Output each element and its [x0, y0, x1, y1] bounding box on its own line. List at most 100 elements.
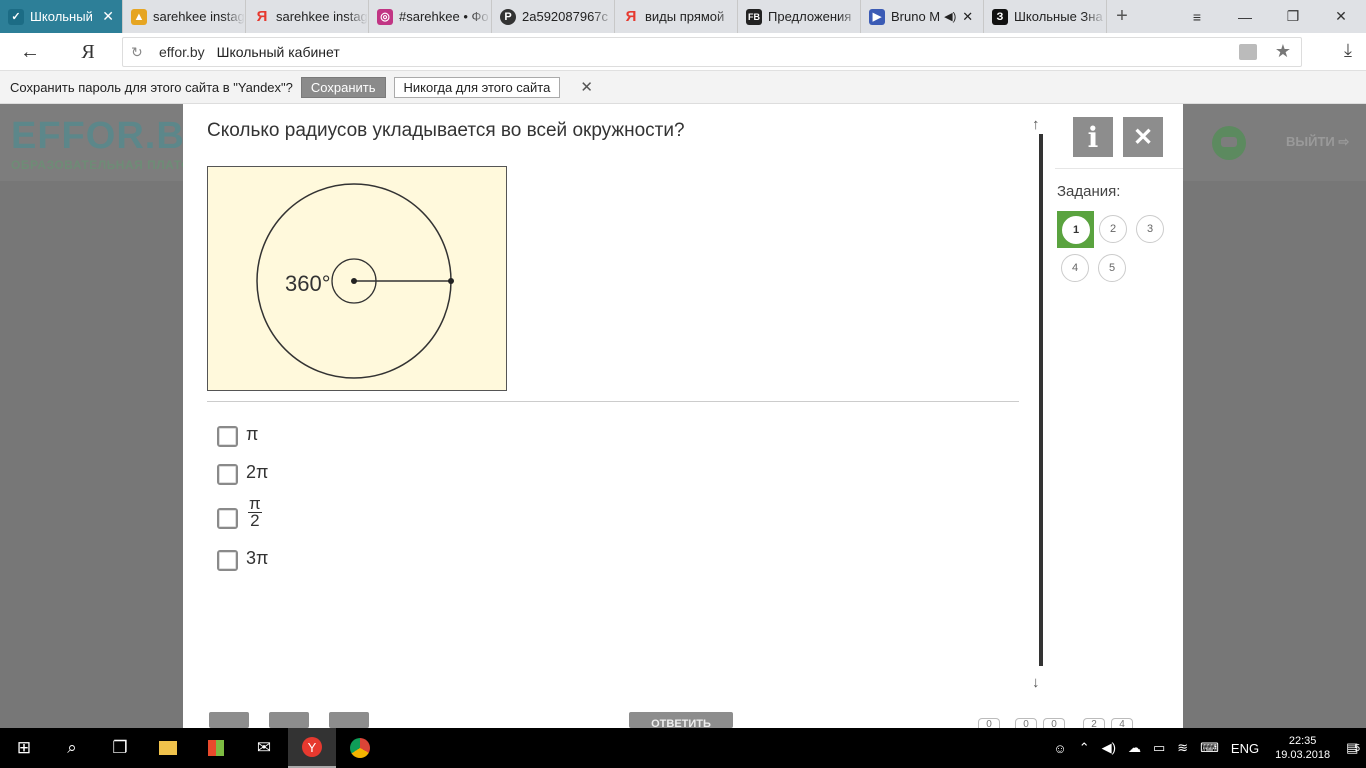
clock-date: 19.03.2018	[1275, 749, 1331, 761]
tab-pinterest[interactable]: P 2a592087967c	[492, 0, 615, 33]
answer-checkbox[interactable]	[217, 550, 238, 571]
task-2[interactable]: 2	[1099, 215, 1127, 243]
tasks-title: Задания:	[1057, 183, 1121, 200]
bookmark-star-icon[interactable]: ★	[1275, 41, 1291, 62]
tab-sarehkee-1[interactable]: ▲ sarehkee instag	[123, 0, 246, 33]
answer-checkbox[interactable]	[217, 464, 238, 485]
yandex-logo-icon[interactable]: Я	[70, 33, 106, 71]
speaker-icon[interactable]: ◀)	[944, 10, 956, 23]
mail-icon[interactable]: ✉	[240, 728, 288, 768]
menu-icon[interactable]: ≡	[1174, 0, 1220, 33]
chrome-icon[interactable]	[336, 728, 384, 768]
sidebar-divider	[1055, 168, 1183, 169]
yandex-icon: Я	[625, 8, 637, 25]
window-close-icon[interactable]: ✕	[1318, 0, 1364, 33]
search-icon[interactable]: ⌕	[48, 728, 96, 768]
download-icon[interactable]: ⤓	[1344, 40, 1352, 61]
keyboard-icon[interactable]: ⌨	[1200, 740, 1219, 756]
tab-shkolny[interactable]: ✓ Школьный ✕	[0, 0, 123, 33]
new-tab-icon[interactable]: +	[1107, 0, 1137, 33]
logout-link[interactable]: ВЫЙТИ ⇨	[1286, 134, 1349, 150]
tab-label: Школьный	[30, 9, 93, 24]
save-password-button[interactable]: Сохранить	[300, 76, 386, 98]
angle-label: 360°	[285, 271, 331, 296]
tab-instagram[interactable]: ◎ #sarehkee • Фо	[369, 0, 492, 33]
scroll-down-icon[interactable]: ↓	[1032, 674, 1040, 691]
windows-start-icon[interactable]: ⊞	[0, 728, 48, 768]
task-view-icon[interactable]: ❐	[96, 728, 144, 768]
divider	[207, 401, 1019, 402]
store-icon[interactable]	[192, 728, 240, 768]
tray-expand-icon[interactable]: ⌃	[1079, 740, 1090, 756]
close-icon: ✕	[1132, 123, 1154, 151]
file-explorer-icon[interactable]	[144, 728, 192, 768]
close-tab-icon[interactable]: ✕	[102, 8, 114, 25]
wifi-icon[interactable]: ≋	[1177, 740, 1188, 756]
reload-icon[interactable]: ↻	[131, 44, 143, 61]
task-3[interactable]: 3	[1136, 215, 1164, 243]
infobar-message: Сохранить пароль для этого сайта в "Yand…	[10, 79, 293, 95]
site-logo-subtitle: ОБРАЗОВАТЕЛЬНАЯ ПЛАТФ	[11, 158, 192, 172]
yandex-browser-icon[interactable]: Y	[288, 728, 336, 768]
tab-vidy-pryamoy[interactable]: Я виды прямой	[615, 0, 738, 33]
tab-predlozheniya[interactable]: FB Предложения	[738, 0, 861, 33]
answer-checkbox[interactable]	[217, 426, 238, 447]
back-arrow-icon[interactable]: ←	[12, 33, 48, 71]
close-infobar-icon[interactable]: ✕	[580, 78, 593, 96]
hint-button[interactable]	[269, 712, 309, 728]
answer-option-1[interactable]: π	[217, 424, 259, 447]
battery-icon[interactable]: ▭	[1153, 740, 1165, 756]
answer-checkbox[interactable]	[217, 508, 238, 529]
close-modal-button[interactable]: ✕	[1123, 117, 1163, 157]
fb-icon: FB	[746, 8, 762, 25]
image-thumb-icon: ▲	[131, 8, 147, 25]
tab-sarehkee-2[interactable]: Я sarehkee instag	[246, 0, 369, 33]
never-save-button[interactable]: Никогда для этого сайта	[393, 76, 561, 98]
answer-option-2[interactable]: 2π	[217, 462, 269, 485]
onedrive-icon[interactable]: ☁	[1128, 740, 1141, 756]
submit-answer-button[interactable]: ОТВЕТИТЬ	[629, 712, 733, 728]
book-button[interactable]	[329, 712, 369, 728]
notification-count: 5	[1354, 742, 1360, 754]
task-4[interactable]: 4	[1061, 254, 1089, 282]
lock-icon[interactable]	[1239, 44, 1257, 60]
clock[interactable]: 22:35 19.03.2018	[1275, 734, 1330, 762]
video-icon: ▶	[869, 8, 885, 25]
url-field[interactable]: ↻ effor.by Школьный кабинет ★	[122, 37, 1302, 67]
tab-label: Bruno M	[891, 9, 941, 24]
scroll-up-icon[interactable]: ↑	[1032, 116, 1040, 133]
restore-icon[interactable]: ❐	[1270, 0, 1316, 33]
znanija-icon: З	[992, 8, 1008, 25]
radius-end-point	[448, 278, 454, 284]
browser-tab-strip: ✓ Школьный ✕ ▲ sarehkee instag Я sarehke…	[0, 0, 1366, 33]
circle-figure: 360°	[207, 166, 507, 391]
tab-shkolnye-znaniya[interactable]: З Школьные Зна	[984, 0, 1107, 33]
scrollbar[interactable]	[1039, 134, 1043, 666]
center-point	[351, 278, 357, 284]
calculator-button[interactable]	[209, 712, 249, 728]
system-tray: ☺ ⌃ ◀) ☁ ▭ ≋ ⌨ ENG 22:35 19.03.2018 ▤ 5	[1047, 728, 1366, 768]
logout-icon: ⇨	[1338, 134, 1350, 149]
answer-label: π	[246, 424, 259, 444]
task-5[interactable]: 5	[1098, 254, 1126, 282]
volume-icon[interactable]: ◀)	[1102, 740, 1116, 756]
minimize-icon[interactable]: —	[1222, 0, 1268, 33]
address-bar: ← Я ↻ effor.by Школьный кабинет ★ ⤓	[0, 33, 1366, 71]
answer-label: 2π	[246, 462, 269, 482]
pinterest-icon: P	[500, 8, 516, 25]
people-icon[interactable]: ☺	[1053, 741, 1066, 756]
quiz-modal: Сколько радиусов укладывается во всей ок…	[183, 104, 1183, 732]
language-indicator[interactable]: ENG	[1231, 741, 1259, 756]
close-tab-icon[interactable]: ✕	[962, 9, 973, 25]
answer-label: 3π	[246, 548, 269, 568]
tab-bruno[interactable]: ▶ Bruno M ◀) ✕	[861, 0, 984, 33]
answer-option-4[interactable]: 3π	[217, 548, 269, 571]
info-button[interactable]: i	[1073, 117, 1113, 157]
clock-time: 22:35	[1288, 735, 1317, 747]
task-1[interactable]: 1	[1062, 216, 1090, 244]
answer-option-3[interactable]: π 2	[217, 495, 262, 529]
tab-label: виды прямой	[645, 9, 725, 24]
answer-fraction: π 2	[248, 495, 262, 529]
instagram-icon: ◎	[377, 8, 393, 25]
chat-icon[interactable]	[1212, 126, 1246, 160]
